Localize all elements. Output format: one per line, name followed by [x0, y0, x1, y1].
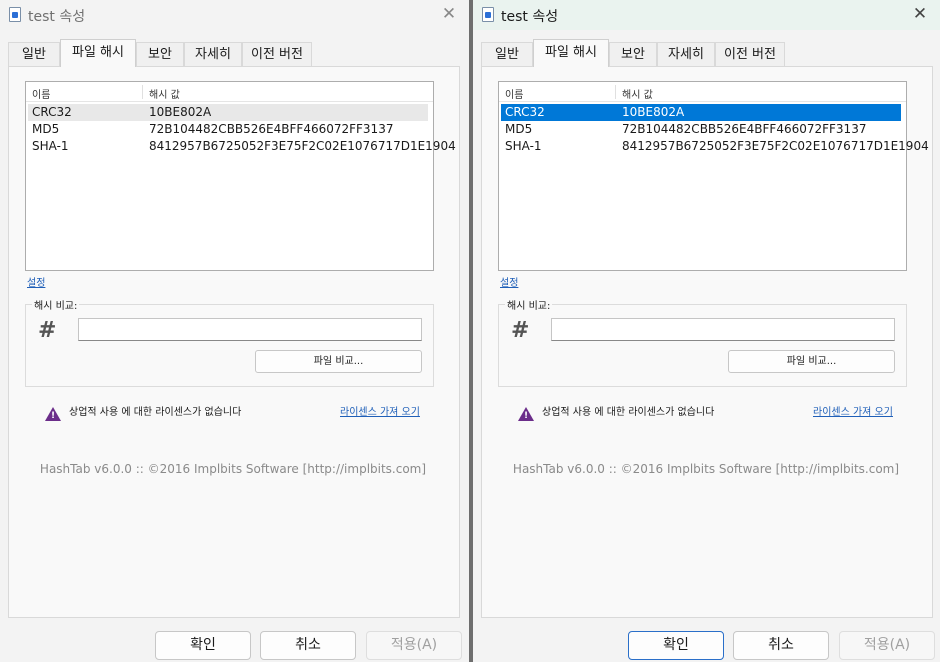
warning-icon: !	[45, 407, 61, 421]
table-row[interactable]: SHA-1 8412957B6725052F3E75F2C02E1076717D…	[501, 138, 929, 155]
hash-value: 72B104482CBB526E4BFF466072FF3137	[149, 122, 394, 136]
group-label: 해시 비교:	[32, 297, 80, 312]
hash-compare-group: 해시 비교: # 파일 비교...	[498, 297, 907, 387]
title-bar: test 속성 ✕	[0, 0, 469, 30]
title-bar: test 속성 ✕	[473, 0, 940, 30]
tab-previous-versions[interactable]: 이전 버전	[242, 42, 312, 66]
table-row[interactable]: SHA-1 8412957B6725052F3E75F2C02E1076717D…	[28, 138, 456, 155]
table-row[interactable]: CRC32 10BE802A	[501, 104, 901, 121]
file-hash-panel: 이름 해시 값 CRC32 10BE802A MD5 72B104482CBB5…	[481, 66, 933, 618]
apply-button[interactable]: 적용(A)	[366, 631, 462, 660]
list-header: 이름 해시 값	[26, 82, 433, 102]
warning-icon: !	[518, 407, 534, 421]
tab-general[interactable]: 일반	[8, 42, 60, 66]
license-message: 상업적 사용 에 대한 라이센스가 없습니다	[542, 407, 715, 418]
cancel-button[interactable]: 취소	[733, 631, 829, 660]
column-header-value[interactable]: 해시 값	[149, 86, 180, 101]
properties-window-left: test 속성 ✕ 일반 파일 해시 보안 자세히 이전 버전 이름 해시 값 …	[0, 0, 469, 662]
close-button[interactable]: ✕	[910, 4, 930, 24]
license-message: 상업적 사용 에 대한 라이센스가 없습니다	[69, 407, 242, 418]
hash-list[interactable]: 이름 해시 값 CRC32 10BE802A MD5 72B104482CBB5…	[498, 81, 929, 271]
get-license-link[interactable]: 라이센스 가져 오기	[340, 403, 420, 418]
close-button[interactable]: ✕	[439, 4, 459, 24]
version-footer: HashTab v6.0.0 :: ©2016 Implbits Softwar…	[39, 462, 427, 476]
hash-value: 10BE802A	[149, 105, 212, 119]
settings-link[interactable]: 설정	[500, 274, 518, 289]
hash-name: MD5	[505, 122, 533, 136]
file-icon	[482, 7, 494, 22]
get-license-link[interactable]: 라이센스 가져 오기	[813, 403, 893, 418]
window-title: test 속성	[28, 9, 86, 25]
tab-security[interactable]: 보안	[136, 42, 184, 66]
hash-value: 8412957B6725052F3E75F2C02E1076717D1E1904	[149, 139, 456, 153]
group-label: 해시 비교:	[505, 297, 553, 312]
column-separator[interactable]	[615, 85, 616, 99]
window-title: test 속성	[501, 9, 559, 25]
hash-name: CRC32	[32, 105, 72, 119]
file-compare-button[interactable]: 파일 비교...	[255, 350, 422, 373]
tab-file-hash[interactable]: 파일 해시	[533, 39, 609, 67]
apply-button[interactable]: 적용(A)	[839, 631, 935, 660]
tab-file-hash[interactable]: 파일 해시	[60, 39, 136, 67]
hash-value: 72B104482CBB526E4BFF466072FF3137	[622, 122, 867, 136]
tab-strip: 일반 파일 해시 보안 자세히 이전 버전	[8, 39, 461, 67]
hash-compare-group: 해시 비교: # 파일 비교...	[25, 297, 434, 387]
column-separator[interactable]	[142, 85, 143, 99]
tab-general[interactable]: 일반	[481, 42, 533, 66]
tab-previous-versions[interactable]: 이전 버전	[715, 42, 785, 66]
tab-strip: 일반 파일 해시 보안 자세히 이전 버전	[481, 39, 932, 67]
hash-compare-input[interactable]	[78, 318, 422, 341]
hash-name: CRC32	[505, 105, 545, 119]
hash-value: 10BE802A	[622, 105, 685, 119]
hash-icon: #	[511, 318, 530, 343]
list-header: 이름 해시 값	[499, 82, 906, 102]
file-compare-button[interactable]: 파일 비교...	[728, 350, 895, 373]
ok-button[interactable]: 확인	[155, 631, 251, 660]
column-header-value[interactable]: 해시 값	[622, 86, 653, 101]
column-header-name[interactable]: 이름	[32, 86, 50, 101]
hash-icon: #	[38, 318, 57, 343]
file-hash-panel: 이름 해시 값 CRC32 10BE802A MD5 72B104482CBB5…	[8, 66, 460, 618]
hash-value: 8412957B6725052F3E75F2C02E1076717D1E1904	[622, 139, 929, 153]
tab-security[interactable]: 보안	[609, 42, 657, 66]
properties-window-right: test 속성 ✕ 일반 파일 해시 보안 자세히 이전 버전 이름 해시 값 …	[473, 0, 940, 662]
table-row[interactable]: MD5 72B104482CBB526E4BFF466072FF3137	[28, 121, 428, 138]
file-icon	[9, 7, 21, 22]
column-header-name[interactable]: 이름	[505, 86, 523, 101]
cancel-button[interactable]: 취소	[260, 631, 356, 660]
tab-details[interactable]: 자세히	[184, 42, 242, 66]
hash-name: SHA-1	[32, 139, 69, 153]
hash-name: MD5	[32, 122, 60, 136]
hash-name: SHA-1	[505, 139, 542, 153]
table-row[interactable]: MD5 72B104482CBB526E4BFF466072FF3137	[501, 121, 901, 138]
hash-compare-input[interactable]	[551, 318, 895, 341]
version-footer: HashTab v6.0.0 :: ©2016 Implbits Softwar…	[512, 462, 900, 476]
ok-button[interactable]: 확인	[628, 631, 724, 660]
settings-link[interactable]: 설정	[27, 274, 45, 289]
table-row[interactable]: CRC32 10BE802A	[28, 104, 428, 121]
hash-list[interactable]: 이름 해시 값 CRC32 10BE802A MD5 72B104482CBB5…	[25, 81, 456, 271]
tab-details[interactable]: 자세히	[657, 42, 715, 66]
